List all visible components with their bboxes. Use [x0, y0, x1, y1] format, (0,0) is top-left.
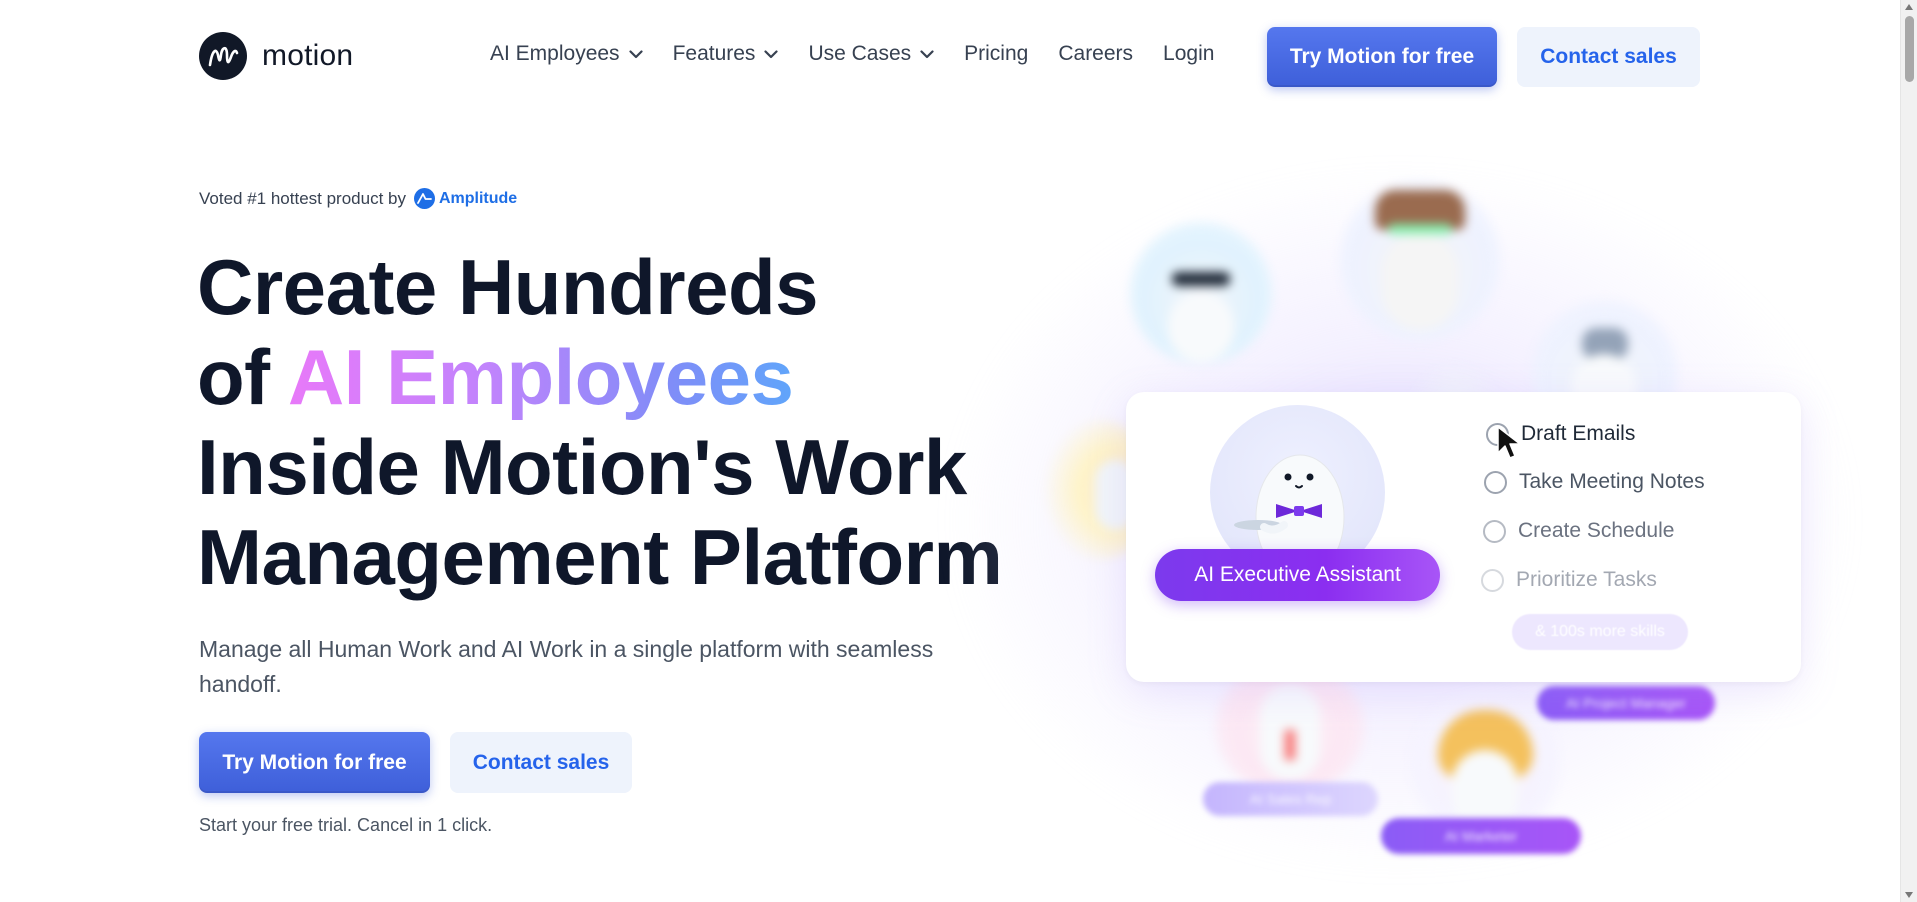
headline-line-2: of AI Employees — [197, 332, 1002, 422]
sunglasses-employee-bubble — [1130, 222, 1272, 364]
motion-logo[interactable]: motion — [199, 32, 353, 80]
nav-login[interactable]: Login — [1163, 42, 1214, 66]
task-take-meeting-notes[interactable]: Take Meeting Notes — [1484, 470, 1705, 494]
task-create-schedule[interactable]: Create Schedule — [1483, 519, 1674, 543]
nav-careers-label: Careers — [1058, 42, 1134, 65]
logo-wordmark: motion — [262, 39, 354, 72]
main-nav: AI Employees Features Use Cases Pricing … — [490, 42, 1244, 66]
ai-executive-assistant-label: AI Executive Assistant — [1155, 549, 1440, 601]
project-manager-pill: AI Project Manager — [1537, 686, 1715, 720]
nav-use-cases[interactable]: Use Cases — [808, 42, 934, 66]
amplitude-logo: Amplitude — [413, 188, 518, 209]
nav-careers[interactable]: Careers — [1058, 42, 1133, 66]
chevron-down-icon — [628, 49, 643, 59]
task-radio[interactable] — [1481, 568, 1504, 592]
amplitude-label: Amplitude — [438, 189, 518, 207]
chevron-down-icon — [764, 49, 779, 59]
voted-text: Voted #1 hottest product by — [199, 188, 406, 208]
nav-features[interactable]: Features — [673, 42, 779, 66]
spiky-hair-employee-bubble — [1340, 180, 1500, 340]
scroll-up-icon[interactable] — [1905, 4, 1913, 10]
nav-pricing-label: Pricing — [964, 42, 1029, 65]
header-try-free-button[interactable]: Try Motion for free — [1267, 27, 1497, 87]
sales-rep-pill: AI Sales Rep — [1203, 782, 1378, 816]
voted-badge: Voted #1 hottest product by Amplitude — [199, 188, 517, 209]
chevron-down-icon — [920, 49, 934, 59]
headline-line-4: Management Platform — [197, 513, 1003, 601]
nav-login-label: Login — [1163, 42, 1215, 65]
task-label: Draft Emails — [1521, 422, 1636, 445]
hero-contact-sales-button[interactable]: Contact sales — [450, 732, 632, 793]
headline-line-1: Create Hundreds — [197, 243, 819, 331]
task-radio[interactable] — [1483, 519, 1506, 543]
marketer-pill: AI Marketer — [1381, 818, 1581, 854]
nav-pricing[interactable]: Pricing — [964, 42, 1028, 66]
hero-headline: Create Hundreds of AI Employees Inside M… — [197, 242, 1003, 602]
amplitude-icon — [413, 188, 435, 209]
hero-try-free-button[interactable]: Try Motion for free — [199, 732, 430, 793]
nav-features-label: Features — [672, 42, 756, 65]
page-scrollbar[interactable] — [1900, 0, 1917, 902]
trial-note: Start your free trial. Cancel in 1 click… — [199, 815, 493, 835]
more-skills-pill: & 100s more skills — [1512, 614, 1688, 650]
mouse-pointer-icon — [1495, 425, 1525, 466]
nav-ai-employees-label: AI Employees — [490, 42, 620, 65]
scroll-down-icon[interactable] — [1905, 892, 1913, 898]
task-prioritize-tasks[interactable]: Prioritize Tasks — [1481, 568, 1657, 592]
task-radio[interactable] — [1484, 470, 1507, 494]
task-label: Create Schedule — [1518, 519, 1675, 542]
task-label: Take Meeting Notes — [1519, 470, 1705, 493]
scrollbar-thumb[interactable] — [1905, 16, 1914, 82]
headline-highlight: AI Employees — [287, 333, 794, 421]
site-header: motion AI Employees Features Use Cases P… — [0, 0, 1900, 114]
headline-line-3: Inside Motion's Work — [197, 423, 967, 511]
nav-use-cases-label: Use Cases — [808, 42, 912, 65]
headline-line-2-prefix: of — [197, 333, 288, 421]
task-label: Prioritize Tasks — [1516, 568, 1657, 591]
header-contact-sales-button[interactable]: Contact sales — [1517, 27, 1700, 87]
nav-ai-employees[interactable]: AI Employees — [490, 42, 643, 66]
motion-logo-icon — [199, 32, 247, 80]
hero-subheading: Manage all Human Work and AI Work in a s… — [199, 636, 934, 697]
